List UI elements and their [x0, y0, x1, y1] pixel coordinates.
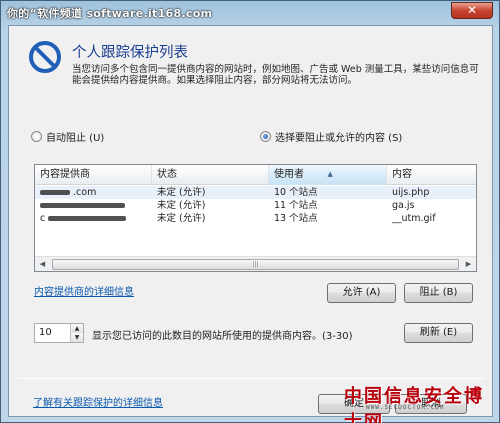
radio-checked-icon	[260, 131, 271, 142]
sort-ascending-icon: ▲	[327, 170, 333, 178]
choose-content-label: 选择要阻止或允许的内容 (S)	[275, 133, 403, 144]
provider-cell	[35, 199, 125, 212]
scroll-grip-icon: |||	[252, 261, 259, 268]
redacted-text	[48, 216, 127, 221]
redacted-text	[40, 190, 70, 195]
divider	[17, 378, 485, 379]
title-bar[interactable]: 你的“软件频道 software.it168.com ✕	[1, 1, 499, 23]
watermark-url: WWW.SECDOCTOR.COM	[366, 404, 445, 411]
column-header-used-by-label: 使用者	[274, 169, 304, 180]
column-header-used-by[interactable]: ▲ 使用者	[269, 165, 387, 185]
table-row[interactable]: c 未定 (允许) 13 个站点 __utm.gif	[35, 212, 476, 225]
column-header-status[interactable]: 状态	[152, 165, 269, 185]
column-header-content[interactable]: 内容	[387, 165, 476, 185]
dialog-body: 个人跟踪保护列表 当您访问多个包含同一提供商内容的网站时，例如地图、广告或 We…	[8, 25, 493, 417]
close-button[interactable]: ✕	[451, 2, 493, 19]
content-cell: uijs.php	[392, 187, 430, 198]
redacted-text	[40, 203, 125, 208]
scroll-thumb[interactable]: |||	[52, 259, 459, 270]
scroll-right-icon[interactable]: ▶	[461, 257, 476, 271]
site-count-label: 显示您已访问的此数目的网站所使用的提供商内容。(3-30)	[92, 331, 353, 342]
used-by-cell: 10 个站点	[274, 187, 318, 198]
page-title: 个人跟踪保护列表	[72, 45, 188, 61]
stepper-up-icon[interactable]: ▲	[70, 324, 83, 333]
auto-block-radio[interactable]: 自动阻止 (U)	[31, 129, 104, 144]
block-button[interactable]: 阻止 (B)	[404, 283, 473, 303]
status-cell: 未定 (允许)	[157, 200, 206, 211]
provider-list[interactable]: 内容提供商 状态 ▲ 使用者 内容 .com 未定 (允许) 10 个站点 ui…	[34, 164, 477, 272]
table-row[interactable]: 未定 (允许) 11 个站点 ga.js	[35, 199, 476, 212]
watermark-text: 中国信息安全博士网	[344, 386, 484, 423]
provider-details-link[interactable]: 内容提供商的详细信息	[34, 283, 134, 298]
window-title: 你的“软件频道 software.it168.com	[7, 7, 213, 20]
status-cell: 未定 (允许)	[157, 187, 206, 198]
provider-cell: .com	[35, 186, 96, 199]
scroll-left-icon[interactable]: ◀	[35, 257, 50, 271]
column-header-provider[interactable]: 内容提供商	[35, 165, 152, 185]
description-text: 当您访问多个包含同一提供商内容的网站时，例如地图、广告或 Web 测量工具，某些…	[72, 64, 479, 86]
content-cell: ga.js	[392, 200, 415, 211]
stepper-down-icon[interactable]: ▼	[70, 333, 83, 342]
provider-cell: c	[35, 212, 127, 225]
list-header: 内容提供商 状态 ▲ 使用者 内容	[35, 165, 476, 185]
about-tracking-link[interactable]: 了解有关跟踪保护的详细信息	[33, 394, 163, 409]
refresh-button[interactable]: 刷新 (E)	[404, 323, 473, 343]
radio-unchecked-icon	[31, 131, 42, 142]
used-by-cell: 11 个站点	[274, 200, 318, 211]
window-frame: 你的“软件频道 software.it168.com ✕ 个人跟踪保护列表 当您…	[0, 0, 500, 423]
table-row[interactable]: .com 未定 (允许) 10 个站点 uijs.php	[35, 186, 476, 199]
block-sign-icon	[29, 41, 61, 73]
auto-block-label: 自动阻止 (U)	[46, 133, 105, 144]
used-by-cell: 13 个站点	[274, 213, 318, 224]
provider-value: c	[40, 213, 46, 224]
watermark-logo: 中国信息安全博士网 WWW.SECDOCTOR.COM	[344, 382, 494, 423]
horizontal-scrollbar[interactable]: ◀ ||| ▶	[35, 256, 476, 271]
choose-content-radio[interactable]: 选择要阻止或允许的内容 (S)	[260, 129, 402, 144]
allow-button[interactable]: 允许 (A)	[327, 283, 396, 303]
status-cell: 未定 (允许)	[157, 213, 206, 224]
site-count-stepper[interactable]: 10 ▲ ▼	[34, 323, 84, 343]
content-cell: __utm.gif	[392, 213, 436, 224]
provider-value: .com	[73, 187, 97, 198]
site-count-value: 10	[39, 327, 52, 338]
